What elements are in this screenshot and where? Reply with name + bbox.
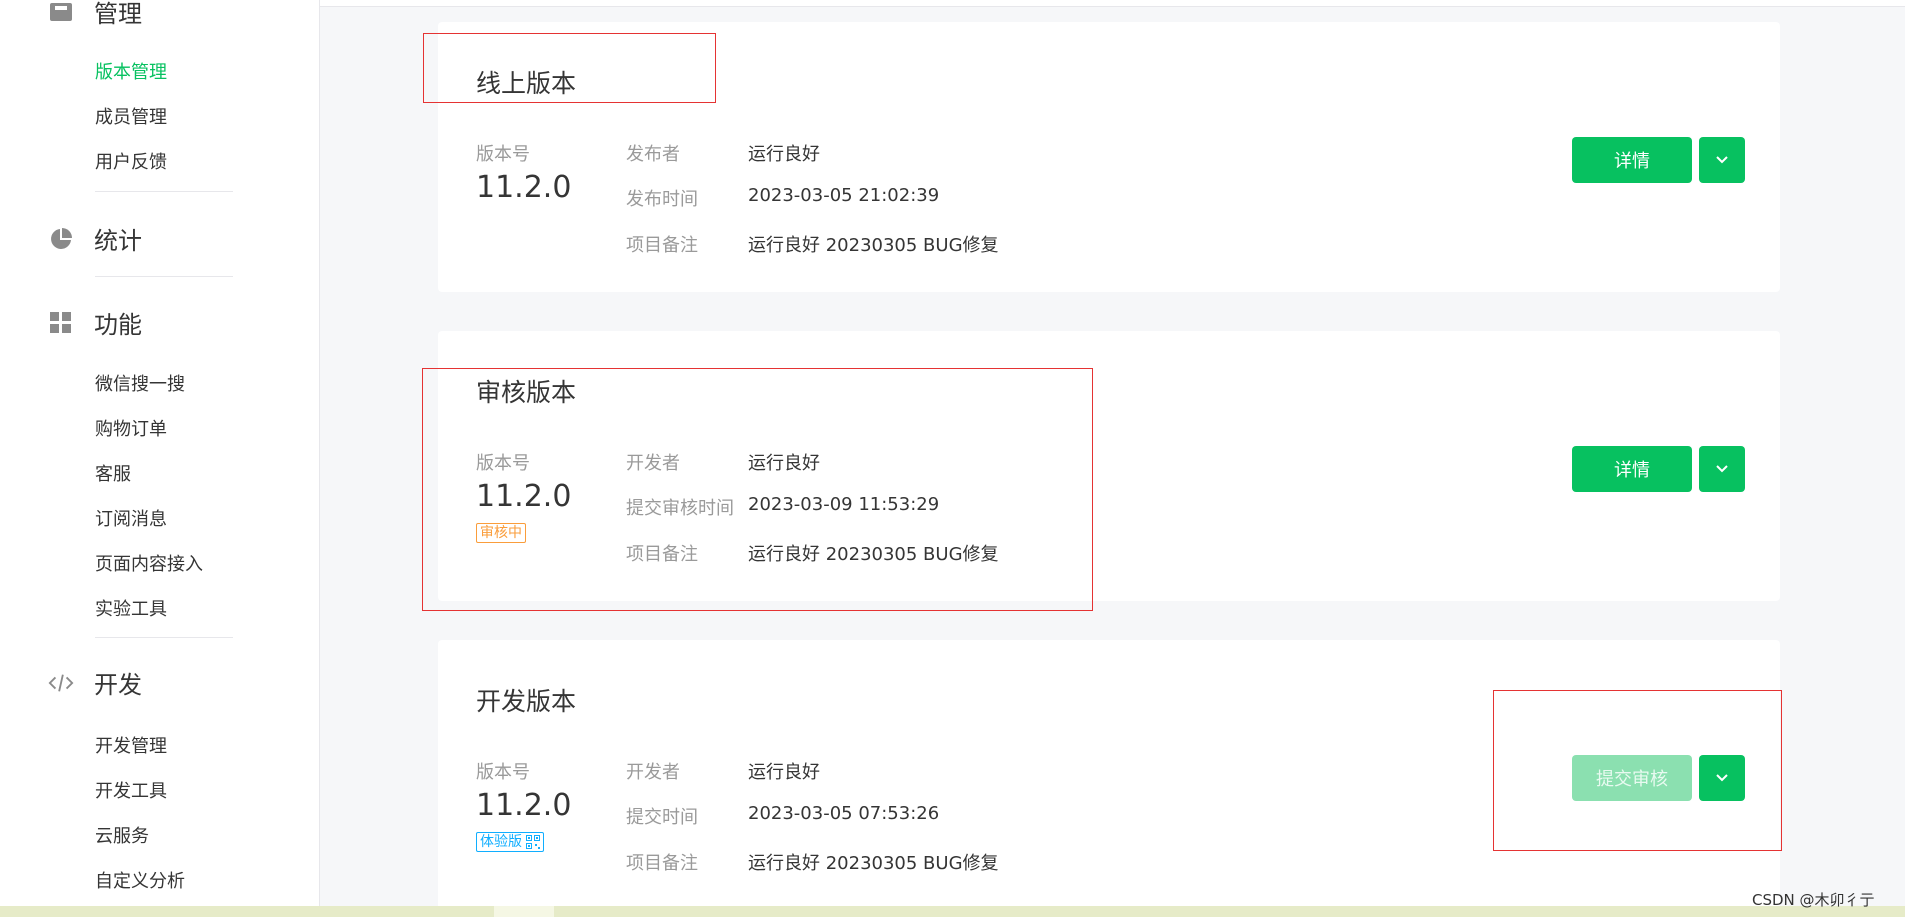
field-value: 运行良好 20230305 BUG修复	[748, 544, 999, 565]
card-title: 审核版本	[476, 378, 577, 407]
field-label: 发布时间	[626, 189, 698, 210]
sidebar-item-version-management[interactable]: 版本管理	[95, 58, 167, 84]
more-dropdown-button[interactable]	[1699, 755, 1745, 801]
version-number-label: 版本号	[476, 453, 530, 474]
sidebar-section-label: 管理	[94, 0, 142, 28]
field-label: 开发者	[626, 762, 680, 783]
details-button[interactable]: 详情	[1572, 446, 1692, 492]
sidebar-divider	[95, 276, 233, 277]
sidebar-item-dev-management[interactable]: 开发管理	[95, 732, 167, 758]
field-label: 提交时间	[626, 807, 698, 828]
sidebar-item-cloud-service[interactable]: 云服务	[95, 822, 149, 848]
mailbox-icon	[48, 0, 74, 25]
sidebar-divider	[95, 191, 233, 192]
review-version-card: 审核版本 版本号 11.2.0 审核中 开发者 运行良好 提交审核时间 2023…	[438, 331, 1780, 601]
version-number: 11.2.0	[476, 170, 572, 205]
version-number: 11.2.0	[476, 788, 572, 823]
sidebar-item-dev-tools[interactable]: 开发工具	[95, 777, 167, 803]
version-number-label: 版本号	[476, 144, 530, 165]
sidebar-item-page-content[interactable]: 页面内容接入	[95, 550, 203, 576]
more-dropdown-button[interactable]	[1699, 137, 1745, 183]
trial-version-badge[interactable]: 体验版	[476, 832, 544, 852]
card-title: 线上版本	[476, 69, 577, 98]
chevron-down-icon	[1716, 465, 1728, 473]
version-number: 11.2.0	[476, 479, 572, 514]
watermark-text: CSDN @木卯彳亍	[1752, 891, 1875, 909]
grid-icon	[48, 310, 74, 336]
field-value: 运行良好 20230305 BUG修复	[748, 853, 999, 874]
pie-chart-icon	[48, 226, 74, 252]
sidebar-section-label: 统计	[94, 227, 142, 255]
trial-version-label: 体验版	[480, 834, 522, 850]
code-icon	[48, 670, 74, 696]
sidebar-item-wechat-search[interactable]: 微信搜一搜	[95, 370, 185, 396]
sidebar-item-custom-analysis[interactable]: 自定义分析	[95, 867, 185, 893]
field-label: 开发者	[626, 453, 680, 474]
sidebar-item-customer-service[interactable]: 客服	[95, 460, 131, 486]
online-version-card: 线上版本 版本号 11.2.0 发布者 运行良好 发布时间 2023-03-05…	[438, 22, 1780, 292]
sidebar: 管理 版本管理 成员管理 用户反馈 统计 功能 微信搜一搜 购物订单 客服 订阅…	[0, 0, 320, 917]
more-dropdown-button[interactable]	[1699, 446, 1745, 492]
field-label: 项目备注	[626, 544, 698, 565]
field-value: 运行良好	[748, 453, 820, 474]
details-button[interactable]: 详情	[1572, 137, 1692, 183]
field-label: 项目备注	[626, 853, 698, 874]
sidebar-section-stats[interactable]: 统计	[48, 221, 142, 256]
sidebar-item-subscription-messages[interactable]: 订阅消息	[95, 505, 167, 531]
sidebar-section-dev[interactable]: 开发	[48, 665, 142, 700]
sidebar-section-label: 开发	[94, 671, 142, 699]
field-value: 2023-03-05 21:02:39	[748, 185, 940, 206]
sidebar-item-experiment-tools[interactable]: 实验工具	[95, 595, 167, 621]
version-number-label: 版本号	[476, 762, 530, 783]
bottom-scroll-strip	[0, 906, 1905, 917]
field-value: 2023-03-05 07:53:26	[748, 803, 940, 824]
sidebar-divider	[95, 637, 233, 638]
sidebar-section-features[interactable]: 功能	[48, 305, 142, 340]
dev-version-card: 开发版本 版本号 11.2.0 体验版 开发者 运行良好 提交时间 2023-0…	[438, 640, 1780, 917]
field-value: 运行良好 20230305 BUG修复	[748, 235, 999, 256]
field-label: 项目备注	[626, 235, 698, 256]
chevron-down-icon	[1716, 156, 1728, 164]
qr-code-icon	[526, 835, 540, 849]
chevron-down-icon	[1716, 774, 1728, 782]
field-value: 运行良好	[748, 144, 820, 165]
field-value: 2023-03-09 11:53:29	[748, 494, 940, 515]
field-label: 发布者	[626, 144, 680, 165]
sidebar-section-label: 功能	[94, 311, 142, 339]
sidebar-item-member-management[interactable]: 成员管理	[95, 103, 167, 129]
sidebar-item-shopping-orders[interactable]: 购物订单	[95, 415, 167, 441]
submit-review-button[interactable]: 提交审核	[1572, 755, 1692, 801]
reviewing-badge: 审核中	[476, 523, 526, 543]
field-value: 运行良好	[748, 762, 820, 783]
sidebar-section-manage[interactable]: 管理	[48, 0, 142, 29]
card-title: 开发版本	[476, 687, 577, 716]
field-label: 提交审核时间	[626, 498, 734, 519]
sidebar-item-user-feedback[interactable]: 用户反馈	[95, 148, 167, 174]
